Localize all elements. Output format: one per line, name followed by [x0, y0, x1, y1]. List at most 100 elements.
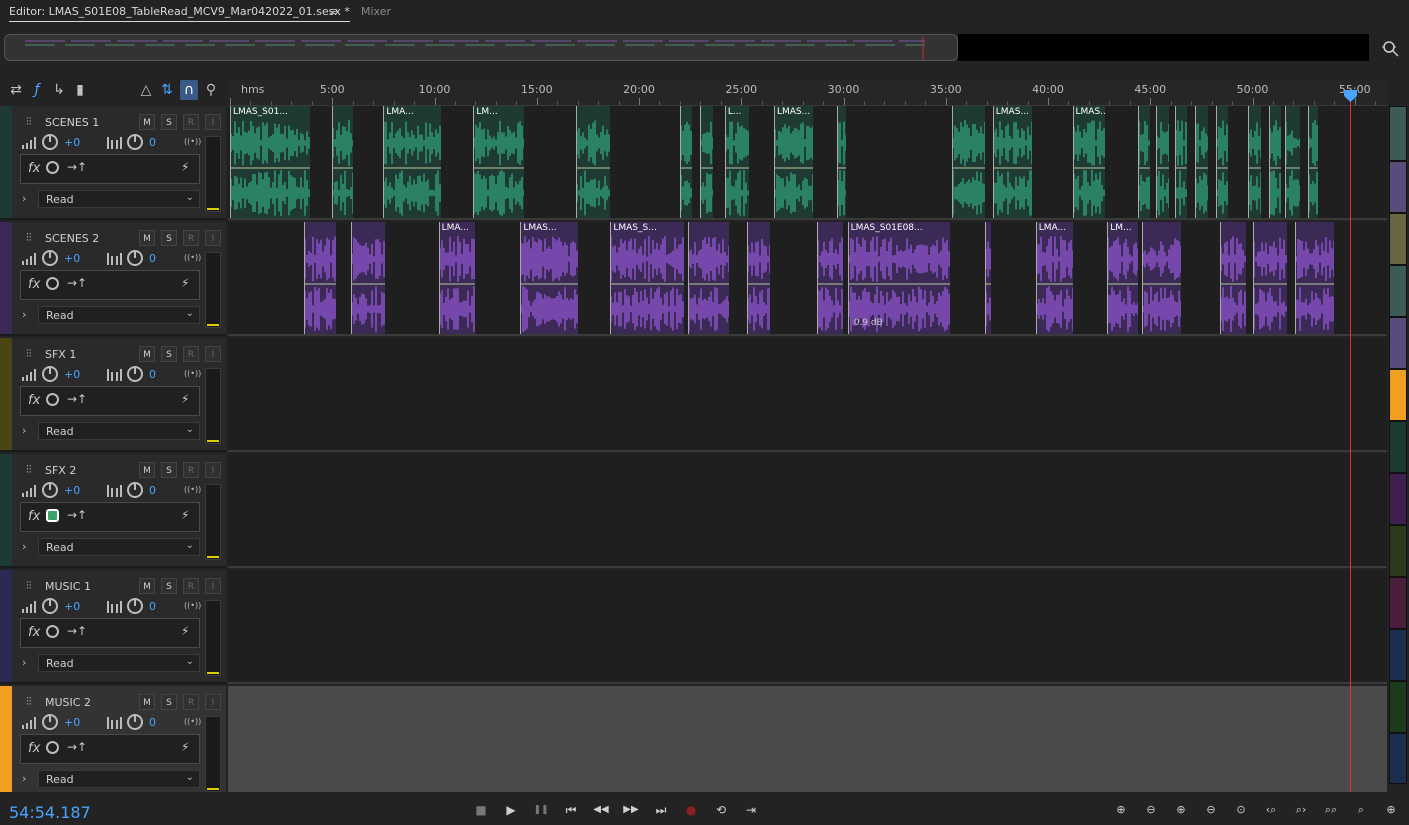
effects-slot[interactable]: fx →↑ ⚡ [20, 618, 200, 648]
audio-clip[interactable]: LM... [1107, 222, 1138, 334]
zoom-selection-icon[interactable]: ⊙ [1230, 802, 1252, 818]
tab-editor[interactable]: Editor: LMAS_S01E08_TableRead_MCV9_Mar04… [9, 5, 350, 22]
track-lane[interactable] [228, 338, 1387, 452]
expand-chevron-icon[interactable]: › [22, 540, 26, 553]
track-color-swatch[interactable] [0, 570, 12, 682]
audio-clip[interactable] [303, 222, 337, 334]
volume-value[interactable]: +0 [64, 600, 80, 613]
expand-chevron-icon[interactable]: › [22, 656, 26, 669]
track-color-swatch[interactable] [1389, 629, 1407, 681]
audio-clip[interactable] [700, 106, 713, 218]
input-monitor-button[interactable]: I [205, 346, 221, 362]
lightning-icon[interactable]: ⚡ [181, 508, 189, 522]
audio-clip[interactable] [1248, 106, 1261, 218]
track-color-swatch[interactable] [1389, 473, 1407, 525]
audio-clip[interactable] [1195, 106, 1208, 218]
track-color-swatch[interactable] [1389, 577, 1407, 629]
audio-clip[interactable] [1156, 106, 1169, 218]
pan-knob[interactable] [127, 134, 143, 150]
volume-value[interactable]: +0 [64, 716, 80, 729]
audio-clip[interactable] [1215, 106, 1228, 218]
track-lane[interactable]: LMAS_S01... LMA... LM... L... LMAS... LMAS...… [228, 106, 1387, 220]
track-name[interactable]: SCENES 1 [45, 116, 99, 129]
volume-knob[interactable] [42, 250, 58, 266]
audio-clip[interactable]: LMAS... [520, 222, 578, 334]
audio-clip[interactable] [1307, 106, 1318, 218]
audio-clip[interactable]: L... [724, 106, 750, 218]
audio-clip[interactable]: LMAS... [1072, 106, 1106, 218]
expand-chevron-icon[interactable]: › [22, 424, 26, 437]
audio-clip[interactable]: LMA... [438, 222, 476, 334]
pan-knob[interactable] [127, 598, 143, 614]
audio-clip[interactable]: LMAS_S01... [230, 106, 310, 218]
automation-mode-select[interactable]: Read ⌄ [38, 422, 200, 440]
zoom-out-amplitude-icon[interactable]: ⊖ [1140, 802, 1162, 818]
pre-post-fader-icon[interactable]: →↑ [67, 392, 87, 406]
solo-button[interactable]: S [161, 462, 177, 478]
track-color-swatch[interactable] [1389, 525, 1407, 577]
pre-post-fader-icon[interactable]: →↑ [67, 160, 87, 174]
record-arm-button[interactable]: R [183, 578, 199, 594]
inputs-outputs-icon[interactable]: ⇄ [7, 80, 25, 100]
track-lane[interactable] [228, 686, 1387, 800]
audio-clip[interactable] [1252, 222, 1288, 334]
time-ruler[interactable]: hms 5:00 10:00 15:00 20:00 25:00 30:00 35:00 40… [228, 80, 1387, 106]
output-routing-icon[interactable]: ((•)) [184, 253, 201, 262]
pan-knob[interactable] [127, 250, 143, 266]
audio-clip[interactable] [1219, 222, 1247, 334]
pan-value[interactable]: 0 [149, 136, 156, 149]
lightning-icon[interactable]: ⚡ [181, 624, 189, 638]
track-color-swatch[interactable] [0, 686, 12, 798]
effects-slot[interactable]: fx →↑ ⚡ [20, 502, 200, 532]
solo-button[interactable]: S [161, 114, 177, 130]
input-monitor-button[interactable]: I [205, 578, 221, 594]
mute-button[interactable]: M [139, 578, 155, 594]
track-color-strip[interactable] [1389, 106, 1407, 792]
output-routing-icon[interactable]: ((•)) [184, 485, 201, 494]
track-color-swatch[interactable] [1389, 733, 1407, 784]
track-lane[interactable] [228, 454, 1387, 568]
track-name[interactable]: SCENES 2 [45, 232, 99, 245]
solo-button[interactable]: S [161, 230, 177, 246]
automation-mode-select[interactable]: Read ⌄ [38, 306, 200, 324]
track-color-swatch[interactable] [1389, 265, 1407, 317]
mute-button[interactable]: M [139, 694, 155, 710]
solo-button[interactable]: S [161, 346, 177, 362]
zoom-in-icon[interactable]: ⊕ [1170, 802, 1192, 818]
pan-value[interactable]: 0 [149, 484, 156, 497]
track-color-swatch[interactable] [1389, 421, 1407, 473]
pause-button[interactable]: ❚❚ [531, 802, 551, 818]
output-routing-icon[interactable]: ((•)) [184, 717, 201, 726]
pan-value[interactable]: 0 [149, 716, 156, 729]
track-name[interactable]: MUSIC 1 [45, 580, 91, 593]
audio-clip[interactable]: LMA... [383, 106, 441, 218]
pan-value[interactable]: 0 [149, 600, 156, 613]
skip-selection-button[interactable]: ⇥ [741, 802, 761, 818]
pre-post-fader-icon[interactable]: →↑ [67, 508, 87, 522]
input-monitor-button[interactable]: I [205, 114, 221, 130]
track-name[interactable]: MUSIC 2 [45, 696, 91, 709]
mute-button[interactable]: M [139, 346, 155, 362]
audio-clip[interactable] [1137, 106, 1151, 218]
pre-post-fader-icon[interactable]: →↑ [67, 276, 87, 290]
sends-icon[interactable]: ↳ [50, 80, 68, 100]
automation-mode-select[interactable]: Read ⌄ [38, 654, 200, 672]
lightning-icon[interactable]: ⚡ [181, 392, 189, 406]
solo-button[interactable]: S [161, 694, 177, 710]
track-color-swatch[interactable] [0, 106, 12, 218]
track-name[interactable]: SFX 1 [45, 348, 76, 361]
expand-chevron-icon[interactable]: › [22, 308, 26, 321]
track-lane[interactable]: LMA... LMAS... LMAS_S... LMAS_S01E08... LMA.… [228, 222, 1387, 336]
audio-clip[interactable] [1285, 106, 1300, 218]
audio-clip[interactable] [575, 106, 611, 218]
audio-clip[interactable] [837, 106, 846, 218]
effects-slot[interactable]: fx →↑ ⚡ [20, 270, 200, 300]
pan-knob[interactable] [127, 714, 143, 730]
track-color-swatch[interactable] [0, 454, 12, 566]
effects-slot[interactable]: fx →↑ ⚡ [20, 734, 200, 764]
snap-icon[interactable]: ⇅ [158, 80, 176, 100]
effects-slot[interactable]: fx →↑ ⚡ [20, 154, 200, 184]
pan-value[interactable]: 0 [149, 368, 156, 381]
tab-mixer[interactable]: Mixer [361, 5, 391, 18]
track-name[interactable]: SFX 2 [45, 464, 76, 477]
